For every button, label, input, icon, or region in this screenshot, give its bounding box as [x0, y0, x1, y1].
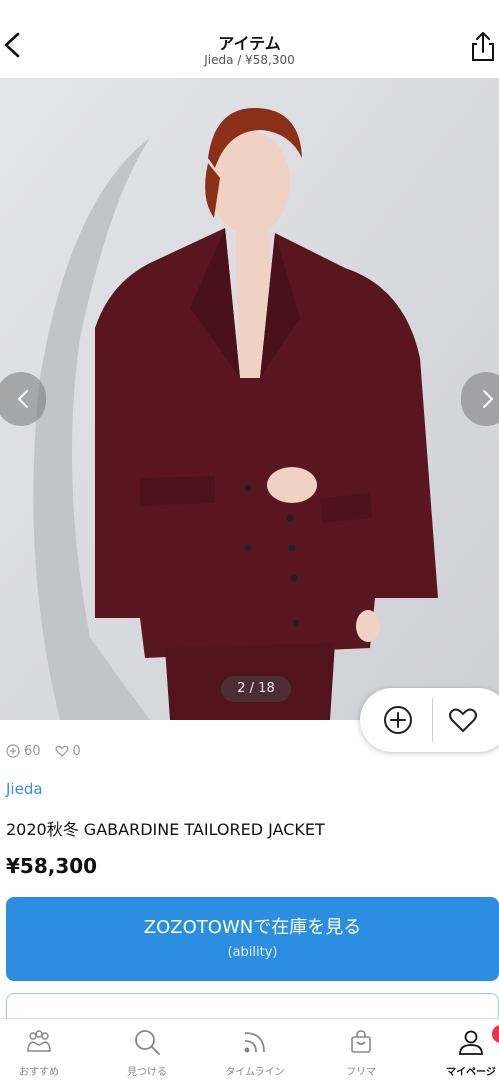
- tab-label: おすすめ: [19, 1067, 59, 1078]
- tab-label: フリマ: [346, 1067, 376, 1078]
- item-name: 2020秋冬 GABARDINE TAILORED JACKET: [6, 820, 325, 839]
- previous-image-button[interactable]: [0, 372, 46, 426]
- share-icon: [472, 32, 494, 61]
- model-photo-illustration: [0, 78, 499, 720]
- product-image[interactable]: 2 / 18: [0, 78, 499, 720]
- page-subtitle: Jieda / ¥58,300: [204, 53, 295, 67]
- app-header: アイテム Jieda / ¥58,300: [0, 0, 499, 76]
- pill-divider: [432, 698, 433, 742]
- add-to-list-button[interactable]: [382, 704, 414, 736]
- chevron-right-icon: [483, 390, 494, 408]
- view-stock-label: ZOZOTOWNで在庫を見る: [143, 917, 362, 938]
- tab-recommend[interactable]: おすすめ: [0, 1027, 84, 1078]
- tab-my-page[interactable]: マイページ: [426, 1025, 499, 1078]
- tab-label: マイページ: [446, 1067, 496, 1078]
- item-price: ¥58,300: [6, 854, 98, 878]
- chevron-left-icon: [17, 390, 28, 408]
- tab-timeline[interactable]: タイムライン: [210, 1027, 300, 1078]
- add-count: 60: [6, 744, 41, 759]
- search-icon: [135, 1030, 160, 1055]
- share-button[interactable]: [467, 30, 499, 62]
- heart-icon: [449, 708, 477, 732]
- view-stock-button[interactable]: ZOZOTOWNで在庫を見る (ability): [6, 897, 499, 981]
- view-stock-shop: (ability): [227, 945, 278, 960]
- like-count: 0: [54, 743, 81, 759]
- item-action-pill: [360, 688, 499, 752]
- tab-label: 見つける: [127, 1067, 167, 1078]
- image-page-indicator: 2 / 18: [221, 676, 291, 702]
- user-icon: [459, 1030, 483, 1055]
- item-stats: 60 0: [6, 742, 95, 760]
- page-title: アイテム: [218, 34, 281, 53]
- brand-link[interactable]: Jieda: [6, 780, 43, 798]
- next-image-button[interactable]: [461, 372, 499, 426]
- shopping-bag-icon: [351, 1030, 371, 1053]
- tab-label: タイムライン: [225, 1067, 285, 1078]
- add-count-value: 60: [24, 743, 41, 759]
- like-button[interactable]: [447, 704, 479, 736]
- plus-circle-icon: [384, 706, 412, 734]
- heart-icon: [54, 745, 69, 757]
- like-count-value: 0: [72, 743, 81, 759]
- bottom-tab-bar: おすすめ 見つける タイムライン フリマ マイページ: [0, 1018, 499, 1080]
- notification-dot: [492, 1025, 499, 1043]
- tab-flea-market[interactable]: フリマ: [316, 1027, 406, 1078]
- tab-discover[interactable]: 見つける: [102, 1027, 192, 1078]
- crowd-icon: [27, 1030, 51, 1052]
- plus-circle-icon: [6, 744, 20, 758]
- feed-icon: [244, 1032, 265, 1053]
